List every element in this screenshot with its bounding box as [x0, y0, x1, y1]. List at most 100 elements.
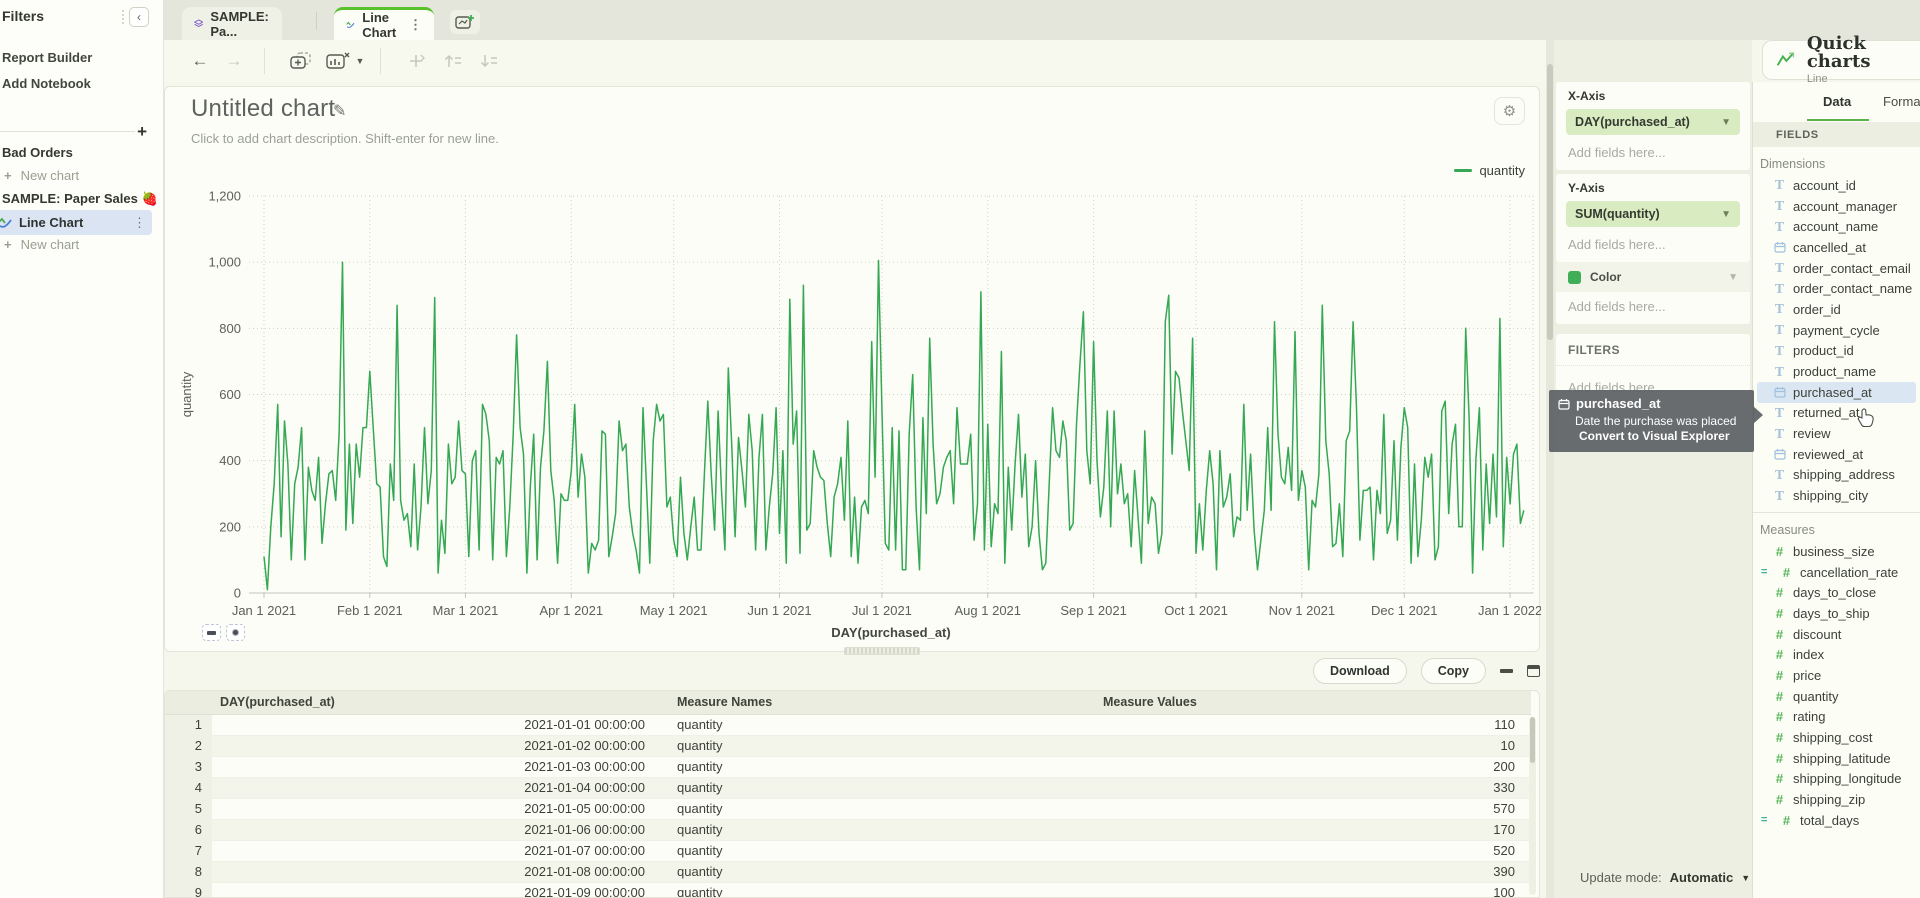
result-table[interactable]: DAY(purchased_at) Measure Names Measure …	[164, 690, 1540, 898]
dimension-item-reviewed_at[interactable]: reviewed_at	[1757, 444, 1916, 465]
dimension-item-order_id[interactable]: Torder_id	[1757, 299, 1916, 320]
column-header-day-purchased-at[interactable]: DAY(purchased_at)	[212, 691, 669, 714]
measure-item-index[interactable]: #index	[1757, 644, 1916, 665]
table-row[interactable]: 12021-01-01 00:00:00quantity110	[165, 714, 1531, 735]
sidebar-new-chart-button-2[interactable]: +New chart	[4, 237, 79, 252]
table-row[interactable]: 62021-01-06 00:00:00quantity170	[165, 819, 1531, 840]
sidebar-item-add-notebook[interactable]: Add Notebook	[2, 76, 91, 91]
color-add-fields[interactable]: Add fields here...	[1556, 292, 1750, 324]
y-axis-add-fields[interactable]: Add fields here...	[1556, 227, 1750, 262]
collapse-table-icon[interactable]	[1500, 669, 1513, 673]
dimension-item-shipping_city[interactable]: Tshipping_city	[1757, 485, 1916, 506]
sidebar-item-report-builder[interactable]: Report Builder	[2, 50, 92, 65]
cell-measure-name: quantity	[669, 714, 1095, 735]
measure-item-discount[interactable]: #discount	[1757, 624, 1916, 645]
dimension-item-account_name[interactable]: Taccount_name	[1757, 216, 1916, 237]
table-scrollbar[interactable]	[1529, 717, 1536, 895]
measure-item-shipping_zip[interactable]: #shipping_zip	[1757, 789, 1916, 810]
measure-item-cancellation_rate[interactable]: =#cancellation_rate	[1757, 562, 1916, 583]
tab-format[interactable]: Format	[1883, 94, 1920, 109]
dimension-item-account_manager[interactable]: Taccount_manager	[1757, 196, 1916, 217]
remove-chart-button[interactable]: ▼	[324, 49, 366, 73]
measure-icon: #	[1773, 627, 1786, 642]
reset-zoom-button[interactable]	[226, 624, 245, 641]
field-name: shipping_address	[1793, 467, 1895, 482]
measure-item-quantity[interactable]: #quantity	[1757, 686, 1916, 707]
dimension-item-returned_at[interactable]: Treturned_at	[1757, 403, 1916, 424]
x-axis-section: X-Axis DAY(purchased_at) ▼ Add fields he…	[1556, 82, 1750, 170]
update-mode-control[interactable]: Update mode: Automatic ▼	[1580, 870, 1750, 885]
measure-item-rating[interactable]: #rating	[1757, 707, 1916, 728]
measure-item-shipping_latitude[interactable]: #shipping_latitude	[1757, 748, 1916, 769]
tab-sample-paper-sales[interactable]: SAMPLE: Pa...	[182, 7, 282, 40]
download-button[interactable]: Download	[1313, 658, 1407, 684]
copy-button[interactable]: Copy	[1421, 658, 1486, 684]
measure-item-shipping_longitude[interactable]: #shipping_longitude	[1757, 769, 1916, 790]
tab-line-chart-active[interactable]: Line Chart ⋮	[334, 7, 434, 40]
dimension-item-account_id[interactable]: Taccount_id	[1757, 175, 1916, 196]
field-name: shipping_longitude	[1793, 771, 1901, 786]
block-resize-handle[interactable]	[844, 647, 920, 655]
new-tab-button[interactable]	[450, 10, 480, 34]
field-name: reviewed_at	[1793, 447, 1863, 462]
dimension-item-review[interactable]: Treview	[1757, 423, 1916, 444]
measure-item-price[interactable]: #price	[1757, 665, 1916, 686]
y-axis-field-pill[interactable]: SUM(quantity) ▼	[1566, 201, 1740, 227]
tooltip-action[interactable]: Convert to Visual Explorer	[1579, 429, 1745, 445]
zoom-out-button[interactable]	[202, 624, 221, 641]
field-name: business_size	[1793, 544, 1875, 559]
x-axis-field-pill[interactable]: DAY(purchased_at) ▼	[1566, 109, 1740, 135]
measure-item-days_to_close[interactable]: #days_to_close	[1757, 582, 1916, 603]
sidebar-item-line-chart-selected[interactable]: Line Chart ⋮	[0, 210, 152, 235]
sidebar-project-bad-orders[interactable]: Bad Orders	[2, 145, 73, 160]
dimension-item-order_contact_name[interactable]: Torder_contact_name	[1757, 278, 1916, 299]
calculated-field-icon: =	[1761, 814, 1773, 826]
item-menu-icon[interactable]: ⋮	[133, 215, 146, 231]
sidebar-new-chart-button[interactable]: +New chart	[4, 168, 79, 183]
table-row[interactable]: 92021-01-09 00:00:00quantity100	[165, 882, 1531, 898]
measure-item-days_to_ship[interactable]: #days_to_ship	[1757, 603, 1916, 624]
field-tooltip: purchased_at Date the purchase was place…	[1549, 390, 1754, 452]
cell-date: 2021-01-03 00:00:00	[212, 756, 669, 777]
dimension-item-shipping_address[interactable]: Tshipping_address	[1757, 465, 1916, 486]
expand-table-icon[interactable]	[1527, 665, 1540, 677]
column-header-measure-values[interactable]: Measure Values	[1095, 691, 1531, 714]
main-scrollbar[interactable]	[1546, 40, 1554, 898]
dimension-item-product_name[interactable]: Tproduct_name	[1757, 361, 1916, 382]
measure-icon: #	[1780, 813, 1793, 828]
dimension-item-cancelled_at[interactable]: cancelled_at	[1757, 237, 1916, 258]
measure-item-business_size[interactable]: #business_size	[1757, 541, 1916, 562]
table-row[interactable]: 42021-01-04 00:00:00quantity330	[165, 777, 1531, 798]
measure-item-shipping_cost[interactable]: #shipping_cost	[1757, 727, 1916, 748]
measure-item-total_days[interactable]: =#total_days	[1757, 810, 1916, 831]
back-button[interactable]: ←	[188, 49, 212, 73]
dimension-item-order_contact_email[interactable]: Torder_contact_email	[1757, 258, 1916, 279]
collapse-sidebar-button[interactable]: ‹	[129, 7, 149, 27]
tab-data[interactable]: Data	[1823, 94, 1851, 109]
table-row[interactable]: 22021-01-02 00:00:00quantity10	[165, 735, 1531, 756]
text-field-icon: T	[1773, 178, 1786, 192]
add-project-button[interactable]: +	[137, 122, 147, 142]
tab-menu-icon[interactable]: ⋮	[409, 17, 422, 33]
dimension-item-product_id[interactable]: Tproduct_id	[1757, 341, 1916, 362]
main-scrollbar-thumb[interactable]	[1547, 64, 1553, 340]
color-field-row[interactable]: Color ▼	[1556, 262, 1750, 292]
sidebar-project-paper-sales[interactable]: SAMPLE: Paper Sales 🍓	[2, 191, 158, 207]
table-row[interactable]: 72021-01-07 00:00:00quantity520	[165, 840, 1531, 861]
line-chart-canvas[interactable]: 02004006008001,0001,200Jan 1 2021Feb 1 2…	[165, 87, 1541, 653]
fields-tabs: Data Format	[1753, 82, 1920, 122]
quick-charts-subtitle: Line	[1807, 73, 1920, 85]
dimension-item-payment_cycle[interactable]: Tpayment_cycle	[1757, 320, 1916, 341]
duplicate-block-button[interactable]	[286, 49, 316, 73]
chart-remove-icon	[326, 51, 352, 71]
table-row[interactable]: 32021-01-03 00:00:00quantity200	[165, 756, 1531, 777]
column-header-measure-names[interactable]: Measure Names	[669, 691, 1095, 714]
sidebar-line-chart-label: Line Chart	[19, 215, 127, 230]
text-field-icon: T	[1773, 427, 1786, 441]
dimension-item-purchased_at[interactable]: purchased_at	[1757, 382, 1916, 403]
minus-icon	[207, 631, 216, 635]
table-row[interactable]: 82021-01-08 00:00:00quantity390	[165, 861, 1531, 882]
x-axis-add-fields[interactable]: Add fields here...	[1556, 135, 1750, 170]
table-scrollbar-thumb[interactable]	[1530, 717, 1535, 763]
table-row[interactable]: 52021-01-05 00:00:00quantity570	[165, 798, 1531, 819]
